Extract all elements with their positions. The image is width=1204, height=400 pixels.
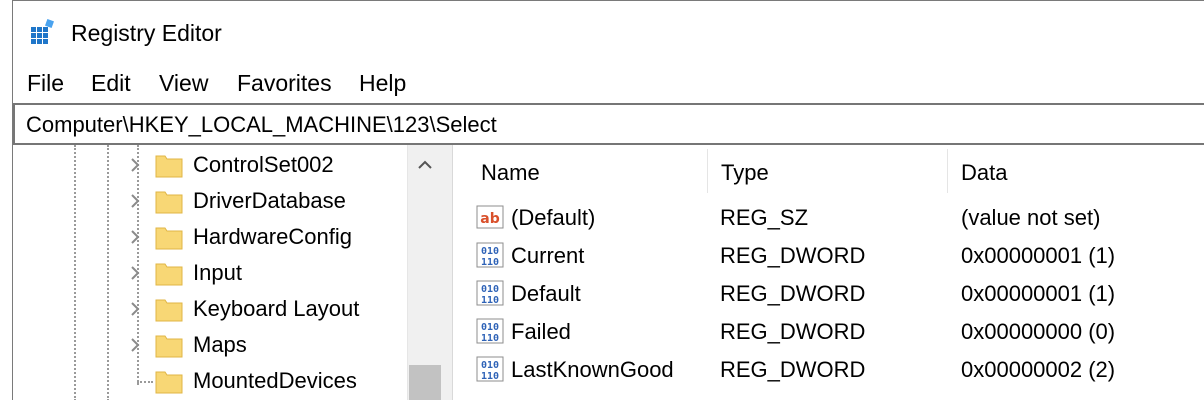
chevron-right-icon[interactable] — [126, 192, 144, 210]
key-tree-pane[interactable]: ControlSet002 DriverDatabase HardwareCon… — [13, 145, 441, 400]
chevron-right-icon[interactable] — [126, 264, 144, 282]
value-data: 0x00000001 (1) — [961, 243, 1116, 268]
tree-item-driverdatabase[interactable]: DriverDatabase — [13, 183, 413, 219]
value-data: 0x00000002 (2) — [961, 357, 1116, 382]
value-name: LastKnownGood — [511, 357, 674, 382]
value-name: Default — [511, 281, 581, 306]
svg-text:ab: ab — [480, 211, 499, 227]
binary-value-icon: 010 110 — [476, 242, 504, 268]
tree-item-input[interactable]: Input — [13, 255, 413, 291]
svg-text:110: 110 — [481, 333, 499, 344]
folder-icon — [155, 155, 183, 178]
folder-icon — [155, 371, 183, 394]
tree-item-controlset002[interactable]: ControlSet002 — [13, 147, 413, 183]
value-type: REG_DWORD — [720, 319, 866, 344]
tree-item-label: Maps — [193, 332, 247, 357]
tree-item-label: HardwareConfig — [193, 224, 352, 249]
tree-item-maps[interactable]: Maps — [13, 327, 413, 363]
tree-item-label: DriverDatabase — [193, 188, 346, 213]
column-header-type[interactable]: Type — [721, 145, 769, 193]
tree-guide-line — [137, 381, 153, 383]
menu-view[interactable]: View — [158, 69, 209, 97]
tree-item-hardwareconfig[interactable]: HardwareConfig — [13, 219, 413, 255]
svg-text:110: 110 — [481, 295, 499, 306]
column-header-name[interactable]: Name — [481, 145, 540, 193]
menu-file[interactable]: File — [26, 69, 65, 97]
column-separator[interactable] — [707, 149, 708, 193]
values-list-pane[interactable]: Name Type Data ab (Default) REG_SZ (valu… — [453, 145, 1204, 400]
tree-item-mounteddevices[interactable]: MountedDevices — [13, 363, 413, 399]
svg-text:110: 110 — [481, 371, 499, 382]
registry-editor-app-icon — [31, 19, 54, 44]
chevron-right-icon[interactable] — [126, 300, 144, 318]
registry-editor-window: Registry Editor File Edit View Favorites… — [12, 0, 1204, 400]
binary-value-icon: 010 110 — [476, 356, 504, 382]
value-data: (value not set) — [961, 205, 1101, 230]
folder-icon — [155, 263, 183, 286]
folder-icon — [155, 191, 183, 214]
value-type: REG_DWORD — [720, 357, 866, 382]
tree-item-label: Input — [193, 260, 242, 285]
svg-text:010: 010 — [481, 246, 499, 257]
folder-icon — [155, 227, 183, 250]
menu-favorites[interactable]: Favorites — [236, 69, 333, 97]
svg-text:110: 110 — [481, 257, 499, 268]
tree-item-label: Keyboard Layout — [193, 296, 360, 321]
title-bar[interactable]: Registry Editor — [13, 1, 1204, 63]
value-row-lastknowngood[interactable]: 010 110 LastKnownGood REG_DWORD 0x000000… — [453, 349, 1204, 387]
svg-text:010: 010 — [481, 284, 499, 295]
window-title: Registry Editor — [71, 20, 222, 46]
scroll-up-arrow-icon[interactable] — [415, 155, 435, 175]
value-type: REG_SZ — [720, 205, 809, 230]
chevron-right-icon[interactable] — [126, 336, 144, 354]
tree-vertical-scrollbar[interactable] — [407, 145, 441, 400]
pane-splitter[interactable] — [441, 145, 453, 400]
folder-icon — [155, 299, 183, 322]
value-name: Failed — [511, 319, 571, 344]
column-separator[interactable] — [947, 149, 948, 193]
value-name: Current — [511, 243, 585, 268]
value-row-default-string[interactable]: ab (Default) REG_SZ (value not set) — [453, 197, 1204, 235]
value-row-failed[interactable]: 010 110 Failed REG_DWORD 0x00000000 (0) — [453, 311, 1204, 349]
value-data: 0x00000001 (1) — [961, 281, 1116, 306]
address-bar[interactable]: Computer\HKEY_LOCAL_MACHINE\123\Select — [13, 103, 1204, 145]
tree-item-label: MountedDevices — [193, 368, 357, 393]
chevron-right-icon[interactable] — [126, 156, 144, 174]
binary-value-icon: 010 110 — [476, 318, 504, 344]
menu-help[interactable]: Help — [358, 69, 407, 97]
scrollbar-thumb[interactable] — [409, 365, 441, 400]
binary-value-icon: 010 110 — [476, 280, 504, 306]
menu-edit[interactable]: Edit — [90, 69, 132, 97]
menu-bar: File Edit View Favorites Help — [13, 63, 1204, 103]
value-row-current[interactable]: 010 110 Current REG_DWORD 0x00000001 (1) — [453, 235, 1204, 273]
value-data: 0x00000000 (0) — [961, 319, 1116, 344]
column-header-data[interactable]: Data — [961, 145, 1008, 193]
tree-item-keyboard-layout[interactable]: Keyboard Layout — [13, 291, 413, 327]
tree-item-label: ControlSet002 — [193, 152, 334, 177]
string-value-icon: ab — [476, 205, 504, 229]
address-path[interactable]: Computer\HKEY_LOCAL_MACHINE\123\Select — [26, 111, 497, 139]
value-name: (Default) — [511, 205, 596, 230]
value-type: REG_DWORD — [720, 243, 866, 268]
folder-icon — [155, 335, 183, 358]
svg-text:010: 010 — [481, 360, 499, 371]
value-type: REG_DWORD — [720, 281, 866, 306]
chevron-right-icon[interactable] — [126, 228, 144, 246]
value-row-default[interactable]: 010 110 Default REG_DWORD 0x00000001 (1) — [453, 273, 1204, 311]
svg-text:010: 010 — [481, 322, 499, 333]
